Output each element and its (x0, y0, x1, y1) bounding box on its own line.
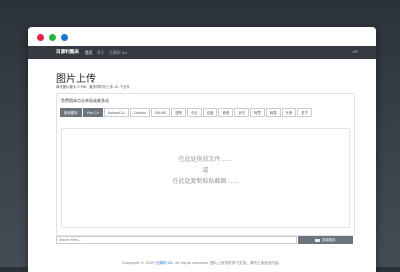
host-button-smms[interactable]: SM.MS (150, 108, 171, 117)
upload-card: 免费图床点击单选或者多选 新浪图床 Vim-Cn Upload.Cc Catbo… (56, 93, 355, 236)
page-footer: Copyright © 2019 日源利 Git. All rights res… (28, 261, 376, 266)
choose-image-label: 选择图片 (322, 238, 336, 242)
page-subtitle: 单张图片最大 5 MB，最多同时可上传 10 个文件 (56, 85, 130, 89)
nav-home[interactable]: 首页 (85, 50, 93, 56)
host-button-vimcn[interactable]: Vim-Cn (82, 108, 103, 117)
host-button-netease[interactable]: 网易 (265, 108, 281, 117)
choose-image-button[interactable]: 选择图片 (298, 236, 353, 244)
drop-zone-line-1: 在此处拖放文件…… (178, 156, 233, 163)
host-button-suning[interactable]: 苏宁 (297, 108, 313, 117)
host-button-sogou[interactable]: 搜狗 (171, 108, 186, 117)
maximize-window-button[interactable] (49, 34, 56, 41)
host-button-qihoo[interactable]: 奇虎 (218, 108, 234, 117)
nav-api[interactable]: API (352, 50, 358, 54)
host-button-jinri[interactable]: 今日 (186, 108, 202, 117)
host-button-toutiao[interactable]: 头条 (281, 108, 297, 117)
nav-git[interactable]: 日源利 Git (109, 50, 127, 56)
host-button-jd[interactable]: 京东 (234, 108, 250, 117)
host-button-uploadcc[interactable]: Upload.Cc (103, 108, 129, 117)
browser-window: 日源利图床 首页 关于 日源利 Git API 图片上传 单张图片最大 5 MB… (28, 27, 376, 272)
page-title: 图片上传 (56, 74, 96, 85)
folder-icon (315, 238, 320, 242)
nav-about[interactable]: 关于 (97, 50, 105, 56)
host-button-group: 新浪图床 Vim-Cn Upload.Cc Catbox SM.MS 搜狗 今日… (60, 108, 313, 117)
brand-logo[interactable]: 日源利图床 (56, 49, 79, 55)
drop-zone-line-2: 或 (202, 167, 209, 174)
minimize-window-button[interactable] (61, 34, 68, 41)
drop-zone-line-3: 在此处复制粘贴截图…… (172, 178, 239, 185)
card-header: 免费图床点击单选或者多选 (61, 98, 109, 103)
host-button-catbox[interactable]: Catbox (130, 108, 150, 117)
close-window-button[interactable] (37, 34, 44, 41)
file-select-input[interactable] (56, 236, 297, 244)
window-titlebar (28, 27, 376, 46)
footer-notice: . All rights reserved. 图片上传仅供学习交流，请勿上传违法… (172, 261, 283, 265)
host-button-sina[interactable]: 新浪图床 (60, 108, 82, 117)
footer-copyright: Copyright © 2019 (121, 261, 155, 265)
drop-zone[interactable]: 在此处拖放文件…… 或 在此处复制粘贴截图…… (61, 128, 350, 228)
footer-link[interactable]: 日源利 Git (156, 261, 173, 265)
host-button-ali[interactable]: 阿里 (250, 108, 265, 117)
top-navbar: 日源利图床 首页 关于 日源利 Git API (28, 46, 376, 59)
host-button-baidu[interactable]: 百度 (202, 108, 218, 117)
